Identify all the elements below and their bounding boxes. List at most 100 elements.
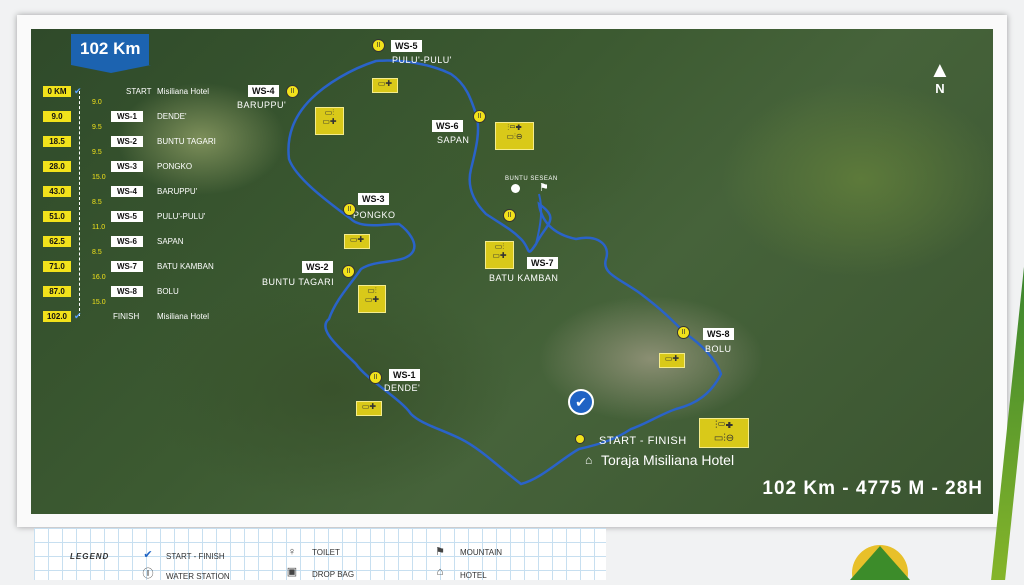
ws7-code[interactable]: WS-7	[527, 257, 558, 269]
start-check-icon: ✔	[74, 86, 82, 96]
legend-item: TOILET	[312, 548, 340, 557]
legend-title: LEGEND	[70, 552, 110, 561]
ws6-marker-icon[interactable]: II	[473, 110, 486, 123]
ws1-code[interactable]: WS-1	[389, 369, 420, 381]
ws2-name: BUNTU TAGARI	[262, 277, 335, 287]
segment-distance: 8.5	[92, 199, 102, 206]
hotel-label: Toraja Misiliana Hotel	[601, 452, 735, 468]
checkpoint-name: PONGKO	[157, 162, 193, 171]
ws5-marker-icon[interactable]: II	[372, 39, 385, 52]
ws4-name: BARUPPU'	[237, 100, 287, 110]
legend-item: MOUNTAIN	[460, 548, 503, 557]
checkpoint-name: SAPAN	[157, 237, 184, 246]
ladder-line	[79, 91, 81, 316]
north-arrow: ▲ N	[929, 57, 951, 97]
ws7-marker-icon[interactable]: II	[503, 209, 516, 222]
distance-badge: 102 Km	[71, 34, 152, 73]
legend-water-icon: Ⓘ	[142, 568, 154, 580]
north-label: N	[935, 81, 945, 96]
ws5-amenities: ▭✚	[372, 78, 398, 93]
ws3-marker-icon[interactable]: II	[343, 203, 356, 216]
ws3-name: PONGKO	[353, 210, 396, 220]
mountain-flag-icon: ⚑	[539, 182, 549, 194]
km-marker: 28.0	[43, 161, 71, 172]
legend-item: HOTEL	[460, 571, 487, 580]
legend-mountain-icon: ⚑	[435, 546, 445, 558]
ws3-code[interactable]: WS-3	[358, 193, 389, 205]
start-amenities: ⫶▭✚ ▭⫶⊖	[699, 418, 749, 448]
legend-start-icon: ✔	[143, 549, 153, 561]
start-finish-label: START - FINISH	[599, 435, 687, 447]
event-logo-graphic	[850, 545, 910, 585]
ws1-name: DENDE'	[384, 383, 421, 393]
north-arrow-icon: ▲	[929, 57, 951, 82]
ws6-code[interactable]: WS-6	[432, 120, 463, 132]
km-marker: 18.5	[43, 136, 71, 147]
ws6-amenities: ⫶▭✚ ▭⫶⊖	[495, 122, 534, 150]
km-marker: 62.5	[43, 236, 71, 247]
ws4-code[interactable]: WS-4	[248, 85, 279, 97]
checkpoint-name: BATU KAMBAN	[157, 262, 214, 271]
peak-icon	[511, 184, 520, 193]
km-marker: 43.0	[43, 186, 71, 197]
race-summary: 102 Km - 4775 M - 28H	[762, 478, 983, 499]
checkpoint-name: FINISH	[113, 312, 140, 321]
checkpoint-name: BARUPPU'	[157, 187, 198, 196]
segment-distance: 15.0	[92, 299, 106, 306]
km-marker: 102.0	[43, 311, 71, 322]
ws5-code[interactable]: WS-5	[391, 40, 422, 52]
hotel-icon: ⌂	[585, 453, 593, 467]
checkpoint-name: BUNTU TAGARI	[157, 137, 216, 146]
km-marker: 71.0	[43, 261, 71, 272]
ws8-name: BOLU	[705, 344, 732, 354]
ws-code: WS-7	[111, 261, 143, 272]
ws4-amenities: ▭⫶ ▭✚	[315, 107, 344, 135]
finish-check-icon: ✔	[74, 311, 82, 321]
route-overlay	[287, 59, 723, 486]
start-finish-icon[interactable]: ✔	[568, 389, 594, 415]
segment-distance: 9.0	[92, 99, 102, 106]
legend-panel: LEGEND ✔ START - FINISH Ⓘ WATER STATION …	[34, 528, 606, 581]
segment-distance: 15.0	[92, 174, 106, 181]
checkpoint-name: DENDE'	[157, 112, 187, 121]
legend-item: START - FINISH	[166, 552, 225, 561]
ws1-amenities: ▭✚	[356, 401, 382, 416]
ws5-name: PULU'-PULU'	[392, 55, 452, 65]
start-point-marker[interactable]	[575, 434, 585, 444]
ws-code: WS-4	[111, 186, 143, 197]
ws6-name: SAPAN	[437, 135, 470, 145]
km-marker: 0 KM	[43, 86, 71, 97]
ws-code: WS-6	[111, 236, 143, 247]
ws2-amenities: ▭⫶ ▭✚	[358, 285, 386, 313]
legend-hotel-icon: ⌂	[436, 566, 444, 578]
ws-code: WS-2	[111, 136, 143, 147]
ws1-marker-icon[interactable]: II	[369, 371, 382, 384]
segment-distance: 11.0	[92, 224, 106, 231]
ws-code: WS-8	[111, 286, 143, 297]
route-map[interactable]: 102 Km 0 KM ✔ START Misiliana Hotel 9.0 …	[31, 29, 993, 514]
checkpoint-place: Misiliana Hotel	[157, 312, 210, 321]
ws7-amenities: ▭⫶ ▭✚	[485, 241, 514, 269]
km-marker: 87.0	[43, 286, 71, 297]
km-marker: 9.0	[43, 111, 71, 122]
ws-code: WS-3	[111, 161, 143, 172]
ws4-marker-icon[interactable]: II	[286, 85, 299, 98]
km-marker: 51.0	[43, 211, 71, 222]
ws7-name: BATU KAMBAN	[489, 273, 559, 283]
ws-code: WS-1	[111, 111, 143, 122]
ws8-code[interactable]: WS-8	[703, 328, 734, 340]
ws3-amenities: ▭✚	[344, 234, 370, 249]
checkpoint-name: START	[126, 87, 152, 96]
mountain-label: BUNTU SESEAN	[505, 176, 558, 182]
ws-code: WS-5	[111, 211, 143, 222]
ws8-amenities: ▭✚	[659, 353, 685, 368]
segment-distance: 16.0	[92, 274, 106, 281]
ws8-marker-icon[interactable]: II	[677, 326, 690, 339]
segment-distance: 9.5	[92, 124, 102, 131]
segment-distance: 9.5	[92, 149, 102, 156]
ws2-marker-icon[interactable]: II	[342, 265, 355, 278]
ws2-code[interactable]: WS-2	[302, 261, 333, 273]
legend-toilet-icon: ♀	[287, 546, 297, 558]
legend-item: DROP BAG	[312, 570, 355, 579]
